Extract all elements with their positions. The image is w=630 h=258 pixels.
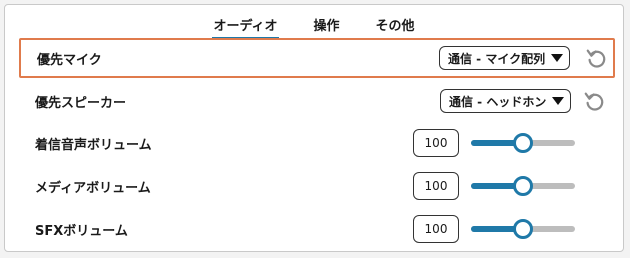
setting-label: SFXボリューム <box>35 223 128 239</box>
setting-label: 着信音声ボリューム <box>35 137 152 153</box>
tab-audio[interactable]: オーディオ <box>212 15 279 39</box>
media-volume-slider[interactable] <box>471 176 575 196</box>
slider-thumb[interactable] <box>513 176 533 196</box>
chevron-down-icon <box>551 54 564 62</box>
tab-bar: オーディオ 操作 その他 <box>5 15 623 39</box>
preferred-speaker-dropdown[interactable]: 通信 - ヘッドホン <box>440 89 572 113</box>
setting-row-sfx-volume: SFXボリューム 100 <box>19 209 615 249</box>
dropdown-value: 通信 - ヘッドホン <box>449 94 547 109</box>
sfx-volume-value[interactable]: 100 <box>413 215 459 243</box>
reset-icon[interactable] <box>585 47 607 69</box>
reset-icon[interactable] <box>583 90 605 112</box>
ringtone-volume-value[interactable]: 100 <box>413 129 459 157</box>
ringtone-volume-slider[interactable] <box>471 133 575 153</box>
setting-label: メディアボリューム <box>35 180 151 196</box>
preferred-mic-dropdown[interactable]: 通信 - マイク配列 <box>439 46 571 70</box>
chevron-down-icon <box>552 97 565 105</box>
setting-label: 優先マイク <box>37 52 102 68</box>
tab-other[interactable]: その他 <box>375 15 416 38</box>
tab-controls[interactable]: 操作 <box>313 15 341 38</box>
setting-row-preferred-mic: 優先マイク 通信 - マイク配列 <box>19 38 615 78</box>
settings-panel: オーディオ 操作 その他 優先マイク 通信 - マイク配列 優先スピーカー 通信… <box>4 4 624 252</box>
sfx-volume-slider[interactable] <box>471 219 575 239</box>
setting-row-media-volume: メディアボリューム 100 <box>19 166 615 206</box>
dropdown-value: 通信 - マイク配列 <box>448 51 546 66</box>
setting-label: 優先スピーカー <box>35 95 127 111</box>
setting-row-ringtone-volume: 着信音声ボリューム 100 <box>19 123 615 163</box>
slider-thumb[interactable] <box>513 133 533 153</box>
media-volume-value[interactable]: 100 <box>413 172 459 200</box>
setting-row-preferred-speaker: 優先スピーカー 通信 - ヘッドホン <box>19 81 615 121</box>
slider-thumb[interactable] <box>513 219 533 239</box>
